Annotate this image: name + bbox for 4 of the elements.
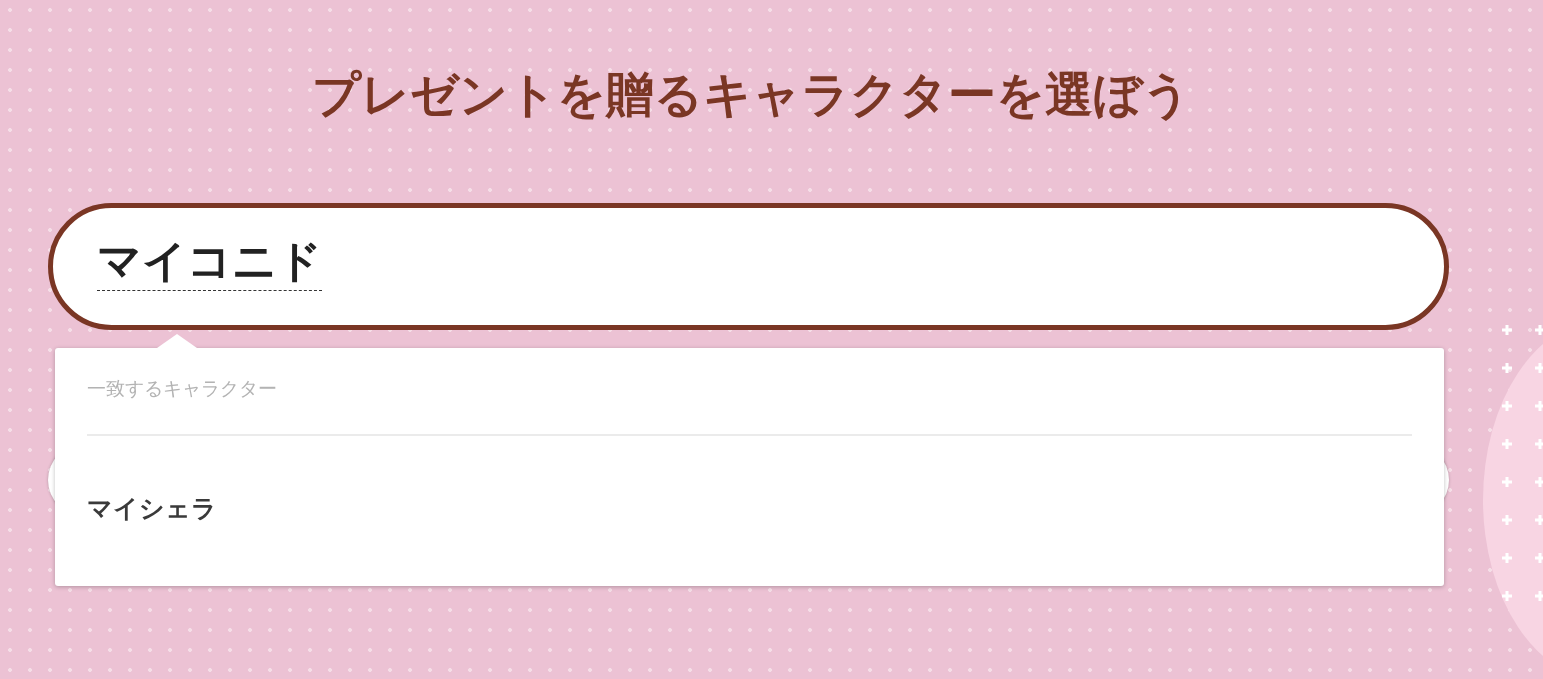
dropdown-heading: 一致するキャラクター [87,347,1412,436]
suggestion-item[interactable]: マイシェラ [87,491,1412,525]
page-title: プレゼントを贈るキャラクターを選ぼう [311,66,1192,124]
search-field[interactable]: マイコニド [48,202,1449,330]
